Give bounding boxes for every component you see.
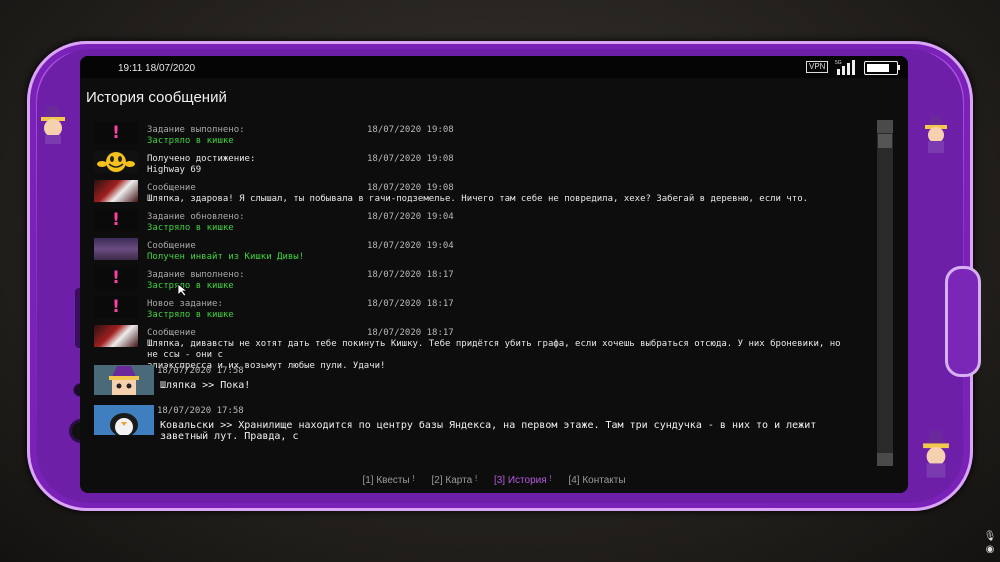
battery-icon (864, 61, 898, 75)
entry-date: 18/07/2020 18:17 (367, 299, 454, 309)
list-item[interactable]: Сообщение 18/07/2020 19:04 Получен инвай… (94, 236, 874, 265)
chat-date: 18/07/2020 17:58 (157, 366, 244, 376)
list-item[interactable]: ! Задание выполнено: 18/07/2020 19:08 За… (94, 120, 874, 149)
entry-label: Задание выполнено: (147, 270, 245, 280)
entry-date: 18/07/2020 19:04 (367, 212, 454, 222)
scroll-down-button[interactable] (877, 453, 893, 466)
status-datetime: 19:11 18/07/2020 (118, 63, 196, 74)
entry-date: 18/07/2020 19:08 (367, 183, 454, 193)
entry-achievement-name: Highway 69 (147, 165, 202, 175)
entry-message-body: Шляпка, здарова! Я слышал, ты побывала в… (147, 194, 809, 204)
tab-label: [4] Контакты (568, 475, 626, 486)
entry-label: Задание выполнено: (147, 125, 245, 135)
list-item[interactable]: ! Задание обновлено: 18/07/2020 19:04 За… (94, 207, 874, 236)
vpn-badge: VPN (806, 61, 829, 73)
tab-alert-mark: ! (474, 474, 478, 483)
entry-quest-name: Застряло в кишке (147, 310, 234, 320)
battery-level-fill (867, 64, 889, 72)
battery-tip (898, 65, 900, 70)
entry-date: 18/07/2020 19:04 (367, 241, 454, 251)
entry-date: 18/07/2020 19:08 (367, 154, 454, 164)
entry-label: Новое задание: (147, 299, 223, 309)
chat-date: 18/07/2020 17:58 (157, 406, 244, 416)
page-title: История сообщений (86, 89, 227, 106)
hat-kid-sticker-top-left (41, 106, 65, 144)
smiley-icon (94, 151, 138, 173)
signal-label: 5G (835, 60, 842, 66)
tab-label: [2] Карта (431, 475, 473, 486)
list-scrollbar[interactable] (877, 120, 893, 466)
entry-date: 18/07/2020 18:17 (367, 328, 454, 338)
chat-message: Шляпка >> Пока! (160, 380, 251, 391)
hat-kid-sticker-top-right (925, 115, 947, 153)
chat-item[interactable]: 18/07/2020 17:58 Ковальски >> Хранилище … (94, 403, 874, 443)
phone-screen: 19:11 18/07/2020 VPN 5G История сообщени… (80, 56, 908, 493)
tab-map[interactable]: [2] Карта ! (432, 474, 478, 486)
status-bar: 19:11 18/07/2020 VPN 5G (80, 56, 908, 78)
list-item[interactable]: Получено достижение: 18/07/2020 19:08 Hi… (94, 149, 874, 178)
chat-message: Ковальски >> Хранилище находится по цент… (160, 420, 817, 442)
entry-date: 18/07/2020 19:08 (367, 125, 454, 135)
entry-label: Сообщение (147, 328, 196, 338)
tab-label: [1] Квесты (362, 475, 410, 486)
entry-label: Сообщение (147, 241, 196, 251)
chat-item[interactable]: 18/07/2020 17:58 Шляпка >> Пока! (94, 363, 874, 403)
tab-alert-mark: ! (412, 474, 415, 483)
entry-quest-name: Застряло в кишке (147, 136, 234, 146)
entry-message-line-1: Шляпка, дивавсты не хотят дать тебе поки… (147, 339, 841, 360)
tab-contacts[interactable]: [4] Контакты (568, 475, 625, 486)
tab-history[interactable]: [3] История ! (494, 474, 552, 486)
list-item[interactable]: ! Задание выполнено: 18/07/2020 18:17 За… (94, 265, 874, 294)
exclamation-icon: ! (94, 122, 138, 144)
exclamation-icon: ! (94, 296, 138, 318)
entry-date: 18/07/2020 18:17 (367, 270, 454, 280)
exclamation-icon: ! (94, 209, 138, 231)
list-item[interactable]: Сообщение 18/07/2020 19:08 Шляпка, здаро… (94, 178, 874, 207)
entry-label: Получено достижение: (147, 154, 256, 164)
message-sender-image (94, 238, 138, 260)
penguin-avatar (94, 405, 154, 435)
tab-quests[interactable]: [1] Квесты ! (362, 474, 414, 486)
message-history-list[interactable]: ! Задание выполнено: 18/07/2020 19:08 За… (94, 120, 874, 488)
home-button[interactable] (945, 266, 981, 377)
hat-kid-sticker-bottom-right (923, 430, 949, 478)
signal-icon: 5G (835, 60, 855, 75)
mouse-cursor-icon (177, 283, 189, 297)
corner-indicators: 🎙 ◉ (982, 530, 998, 558)
message-sender-image (94, 325, 138, 347)
hat-kid-avatar (94, 365, 154, 395)
microphone-icon: 🎙 (983, 531, 997, 542)
scrollbar-thumb[interactable] (878, 134, 892, 148)
message-sender-image (94, 180, 138, 202)
list-item[interactable]: Сообщение 18/07/2020 18:17 Шляпка, дивав… (94, 323, 874, 371)
record-icon: ◉ (985, 544, 995, 555)
tab-alert-mark: ! (549, 474, 552, 483)
exclamation-icon: ! (94, 267, 138, 289)
list-item[interactable]: ! Новое задание: 18/07/2020 18:17 Застря… (94, 294, 874, 323)
entry-quest-name: Застряло в кишке (147, 223, 234, 233)
scroll-up-button[interactable] (877, 120, 893, 133)
bottom-tab-bar: [1] Квесты ! [2] Карта ! [3] История ! [… (80, 474, 908, 486)
entry-invite-text: Получен инвайт из Кишки Дивы! (147, 252, 305, 262)
tab-label: [3] История (493, 475, 547, 486)
entry-label: Сообщение (147, 183, 196, 193)
entry-label: Задание обновлено: (147, 212, 245, 222)
